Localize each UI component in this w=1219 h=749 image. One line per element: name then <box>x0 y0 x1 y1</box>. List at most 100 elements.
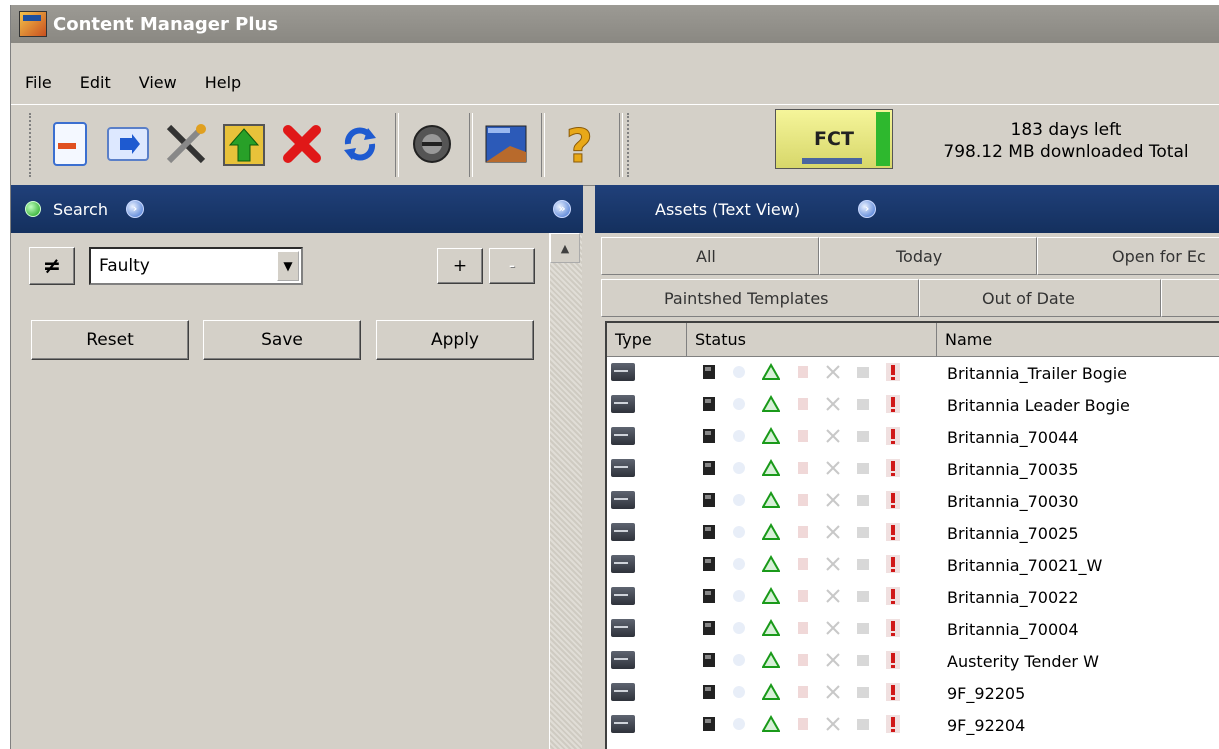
fct-status-button[interactable]: FCT <box>775 109 893 169</box>
account-status: 183 days left 798.12 MB downloaded Total <box>921 119 1211 163</box>
warning-icon <box>761 586 781 606</box>
menu-view[interactable]: View <box>125 73 191 92</box>
import-icon[interactable] <box>103 115 153 173</box>
installed-icon <box>699 426 719 446</box>
edit-icon <box>793 426 813 446</box>
reset-button[interactable]: Reset <box>31 320 189 360</box>
table-row[interactable]: Britannia_70044 <box>607 421 1219 453</box>
tools-status-icon <box>823 554 843 574</box>
tab-all[interactable]: All <box>601 237 819 275</box>
faulty-icon <box>883 650 903 670</box>
table-row[interactable]: 9F_92204 <box>607 709 1219 741</box>
asset-name: Britannia_70021_W <box>947 555 1103 575</box>
package-icon <box>853 682 873 702</box>
locomotive-type-icon <box>611 491 635 509</box>
table-row[interactable]: Britannia_70021_W <box>607 549 1219 581</box>
table-row[interactable]: Britannia_70025 <box>607 517 1219 549</box>
days-left: 183 days left <box>1010 120 1122 140</box>
tab-open-for-edit[interactable]: Open for Ec <box>1037 237 1219 275</box>
filter-value-select[interactable]: Faulty ▼ <box>89 247 303 285</box>
warning-icon <box>761 490 781 510</box>
menu-edit[interactable]: Edit <box>66 73 125 92</box>
table-row[interactable]: Britannia_70022 <box>607 581 1219 613</box>
locomotive-type-icon <box>611 363 635 381</box>
edit-icon <box>793 554 813 574</box>
edit-icon <box>793 522 813 542</box>
table-row[interactable]: Britannia_70035 <box>607 453 1219 485</box>
installed-icon <box>699 682 719 702</box>
chevron-down-icon[interactable]: ▼ <box>277 251 299 281</box>
installed-icon <box>699 714 719 734</box>
asset-name: Britannia_70030 <box>947 491 1079 511</box>
menu-file[interactable]: File <box>11 73 66 92</box>
package-icon <box>853 458 873 478</box>
delete-icon[interactable] <box>277 115 327 173</box>
locomotive-type-icon <box>611 683 635 701</box>
menu-help[interactable]: Help <box>191 73 255 92</box>
search-panel-scrollbar[interactable]: ▲ <box>549 233 582 749</box>
package-icon <box>853 554 873 574</box>
package-icon <box>853 618 873 638</box>
locomotive-type-icon <box>611 555 635 573</box>
asset-name: Britannia_70025 <box>947 523 1079 543</box>
save-button[interactable]: Save <box>203 320 361 360</box>
tools-status-icon <box>823 714 843 734</box>
assets-panel-menu-icon[interactable]: › <box>858 200 877 218</box>
table-row[interactable]: Britannia_70004 <box>607 613 1219 645</box>
installed-icon <box>699 522 719 542</box>
installed-icon <box>699 394 719 414</box>
faulty-icon <box>883 618 903 638</box>
tab-paintshed-templates[interactable]: Paintshed Templates <box>601 279 919 317</box>
tab-today[interactable]: Today <box>819 237 1037 275</box>
tab-out-of-date[interactable]: Out of Date <box>919 279 1161 317</box>
table-row[interactable]: Austerity Tender W <box>607 645 1219 677</box>
column-name[interactable]: Name <box>937 323 1219 357</box>
locomotive-type-icon <box>611 523 635 541</box>
locomotive-type-icon <box>611 427 635 445</box>
new-asset-icon[interactable] <box>45 115 95 173</box>
modified-icon <box>729 426 749 446</box>
scroll-up-icon[interactable]: ▲ <box>550 233 580 263</box>
edit-icon <box>793 394 813 414</box>
asset-name: Britannia_70044 <box>947 427 1079 447</box>
column-type[interactable]: Type <box>607 323 687 357</box>
package-icon <box>853 714 873 734</box>
faulty-icon <box>883 394 903 414</box>
toolbar-grip[interactable] <box>29 113 35 177</box>
warning-icon <box>761 682 781 702</box>
help-icon[interactable]: ? <box>553 115 603 173</box>
faulty-icon <box>883 362 903 382</box>
package-icon <box>853 426 873 446</box>
filter-operator-button[interactable]: ≠ <box>29 247 75 285</box>
upload-icon[interactable] <box>219 115 269 173</box>
remove-filter-button[interactable]: - <box>489 248 535 284</box>
faulty-icon <box>883 458 903 478</box>
asset-name: Britannia Leader Bogie <box>947 395 1130 415</box>
table-row[interactable]: Britannia_Trailer Bogie <box>607 357 1219 389</box>
search-panel-menu-icon[interactable]: › <box>125 200 144 218</box>
table-header: Type Status Name <box>607 323 1219 357</box>
svg-text:?: ? <box>566 120 593 168</box>
modified-icon <box>729 586 749 606</box>
column-status[interactable]: Status <box>687 323 937 357</box>
edit-icon <box>793 362 813 382</box>
add-filter-button[interactable]: + <box>437 248 483 284</box>
tab-more[interactable] <box>1161 279 1219 317</box>
refresh-icon[interactable] <box>335 115 385 173</box>
apply-button[interactable]: Apply <box>376 320 534 360</box>
installed-icon <box>699 362 719 382</box>
modified-icon <box>729 650 749 670</box>
tools-icon[interactable] <box>161 115 211 173</box>
asset-name: Britannia_70035 <box>947 459 1079 479</box>
map-icon[interactable] <box>481 115 531 173</box>
table-row[interactable]: Britannia Leader Bogie <box>607 389 1219 421</box>
tools-status-icon <box>823 362 843 382</box>
speaker-icon[interactable] <box>407 115 457 173</box>
locomotive-type-icon <box>611 587 635 605</box>
status-green-icon <box>25 201 41 217</box>
table-row[interactable]: Britannia_70030 <box>607 485 1219 517</box>
installed-icon <box>699 618 719 638</box>
modified-icon <box>729 714 749 734</box>
collapse-icon[interactable]: » <box>553 200 571 218</box>
table-row[interactable]: 9F_92205 <box>607 677 1219 709</box>
